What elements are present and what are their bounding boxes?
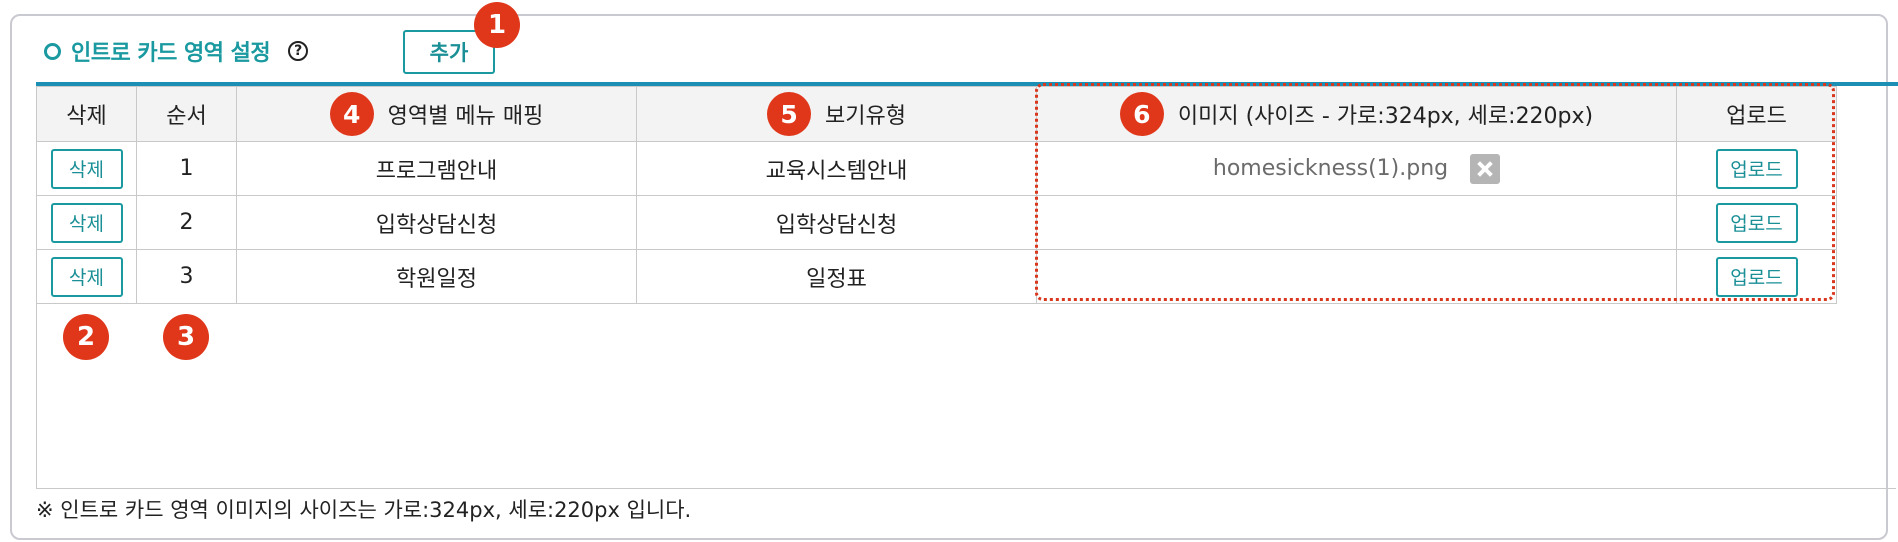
delete-button[interactable]: 삭제 [50,202,123,243]
cell-image [1036,195,1677,250]
cell-order: 2 [136,195,237,250]
cell-view-type[interactable]: 일정표 [636,249,1037,304]
marker-6: 6 [1119,92,1164,136]
cell-image: homesickness(1).png [1036,141,1677,196]
cell-menu[interactable]: 입학상담신청 [236,195,637,250]
header-view-type: 5 보기유형 [636,86,1037,142]
cell-delete: 삭제 [36,195,137,250]
cell-order: 1 [136,141,237,196]
marker-5: 5 [767,92,812,136]
upload-button[interactable]: 업로드 [1715,202,1798,243]
table-header-row: 삭제 순서 4 영역별 메뉴 매핑 5 보기유형 6 이미지 (사이즈 - 가로… [36,86,1837,142]
table-row: 삭제 2 입학상담신청 입학상담신청 업로드 [36,195,1837,250]
footnote: ※ 인트로 카드 영역 이미지의 사이즈는 가로:324px, 세로:220px… [36,498,692,522]
header-menu-mapping-label: 영역별 메뉴 매핑 [387,104,544,129]
cell-delete: 삭제 [36,249,137,304]
cell-order: 3 [136,249,237,304]
cell-delete: 삭제 [36,141,137,196]
cell-menu[interactable]: 학원일정 [236,249,637,304]
cell-upload: 업로드 [1676,141,1837,196]
table-row: 삭제 3 학원일정 일정표 업로드 [36,249,1837,304]
cell-menu[interactable]: 프로그램안내 [236,141,637,196]
delete-button[interactable]: 삭제 [50,256,123,297]
cell-view-type[interactable]: 교육시스템안내 [636,141,1037,196]
header-upload: 업로드 [1676,86,1837,142]
marker-4: 4 [329,92,374,136]
section-header: 인트로 카드 영역 설정 ? [44,34,309,68]
header-order: 순서 [136,86,237,142]
cell-upload: 업로드 [1676,195,1837,250]
marker-2: 2 [63,314,109,360]
delete-button[interactable]: 삭제 [50,148,123,189]
marker-3: 3 [163,314,209,360]
remove-file-icon[interactable] [1470,153,1501,184]
header-view-type-label: 보기유형 [825,104,906,129]
header-menu-mapping: 4 영역별 메뉴 매핑 [236,86,637,142]
circle-bullet-icon [44,42,61,60]
upload-button[interactable]: 업로드 [1715,148,1798,189]
marker-1: 1 [474,2,520,48]
upload-button[interactable]: 업로드 [1715,256,1798,297]
cell-view-type[interactable]: 입학상담신청 [636,195,1037,250]
header-delete: 삭제 [36,86,137,142]
table-row: 삭제 1 프로그램안내 교육시스템안내 homesickness(1).png … [36,141,1837,196]
cell-image [1036,249,1677,304]
cell-upload: 업로드 [1676,249,1837,304]
help-icon[interactable]: ? [288,41,309,61]
intro-card-table: 삭제 순서 4 영역별 메뉴 매핑 5 보기유형 6 이미지 (사이즈 - 가로… [36,86,1837,304]
section-title: 인트로 카드 영역 설정 [71,41,271,66]
header-image-label: 이미지 (사이즈 - 가로:324px, 세로:220px) [1177,104,1594,129]
image-file-name: homesickness(1).png [1212,156,1449,181]
header-image: 6 이미지 (사이즈 - 가로:324px, 세로:220px) [1036,86,1677,142]
